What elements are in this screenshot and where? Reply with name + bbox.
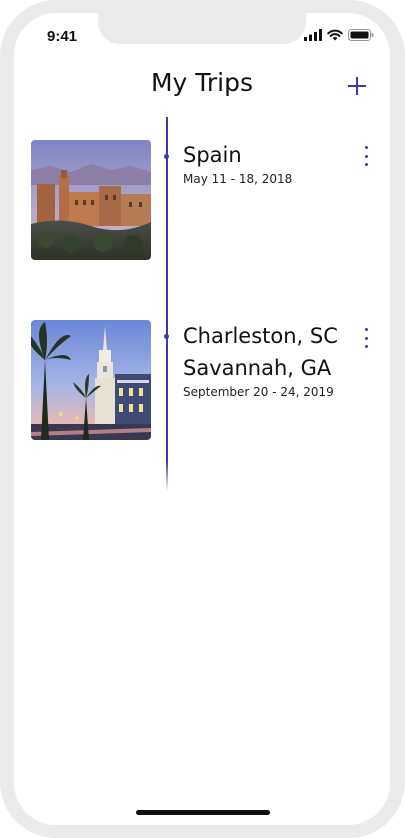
trip-name-line: Savannah, GA — [183, 356, 332, 380]
more-vertical-icon — [364, 163, 368, 166]
wifi-icon — [327, 29, 343, 41]
more-vertical-icon — [364, 146, 368, 149]
add-trip-button[interactable] — [345, 74, 369, 98]
charleston-street-church-photo — [31, 320, 151, 440]
plus-icon — [348, 77, 366, 95]
more-vertical-icon — [364, 336, 368, 340]
alhambra-palace-photo — [31, 140, 151, 260]
more-vertical-icon — [364, 328, 368, 331]
trip-name-spain[interactable]: Spain — [183, 139, 242, 171]
more-vertical-icon — [364, 345, 368, 348]
trip-image-spain[interactable] — [31, 140, 151, 260]
trip-image-charleston[interactable] — [31, 320, 151, 440]
home-indicator[interactable] — [136, 810, 270, 815]
app-screen: 9:41 My Trips Spain May 11 - 18, 2018 Ch… — [14, 13, 390, 825]
timeline-dot — [164, 154, 169, 159]
trip-dates-spain: May 11 - 18, 2018 — [183, 172, 293, 186]
trip-dates-charleston: September 20 - 24, 2019 — [183, 385, 334, 399]
status-time: 9:41 — [47, 28, 78, 45]
trip-menu-button-charleston[interactable] — [359, 328, 373, 348]
battery-icon — [348, 29, 374, 41]
phone-frame: 9:41 My Trips Spain May 11 - 18, 2018 Ch… — [0, 0, 405, 838]
timeline-dot — [164, 334, 169, 339]
cellular-signal-icon — [304, 29, 322, 41]
trip-name-line: Spain — [183, 143, 242, 167]
timeline-line — [166, 117, 168, 491]
device-notch — [98, 13, 306, 44]
trip-name-charleston[interactable]: Charleston, SC Savannah, GA — [183, 320, 338, 384]
page-title: My Trips — [150, 68, 254, 97]
status-icons — [304, 29, 374, 41]
trip-name-line: Charleston, SC — [183, 324, 338, 348]
more-vertical-icon — [364, 154, 368, 158]
trip-menu-button-spain[interactable] — [359, 146, 373, 166]
